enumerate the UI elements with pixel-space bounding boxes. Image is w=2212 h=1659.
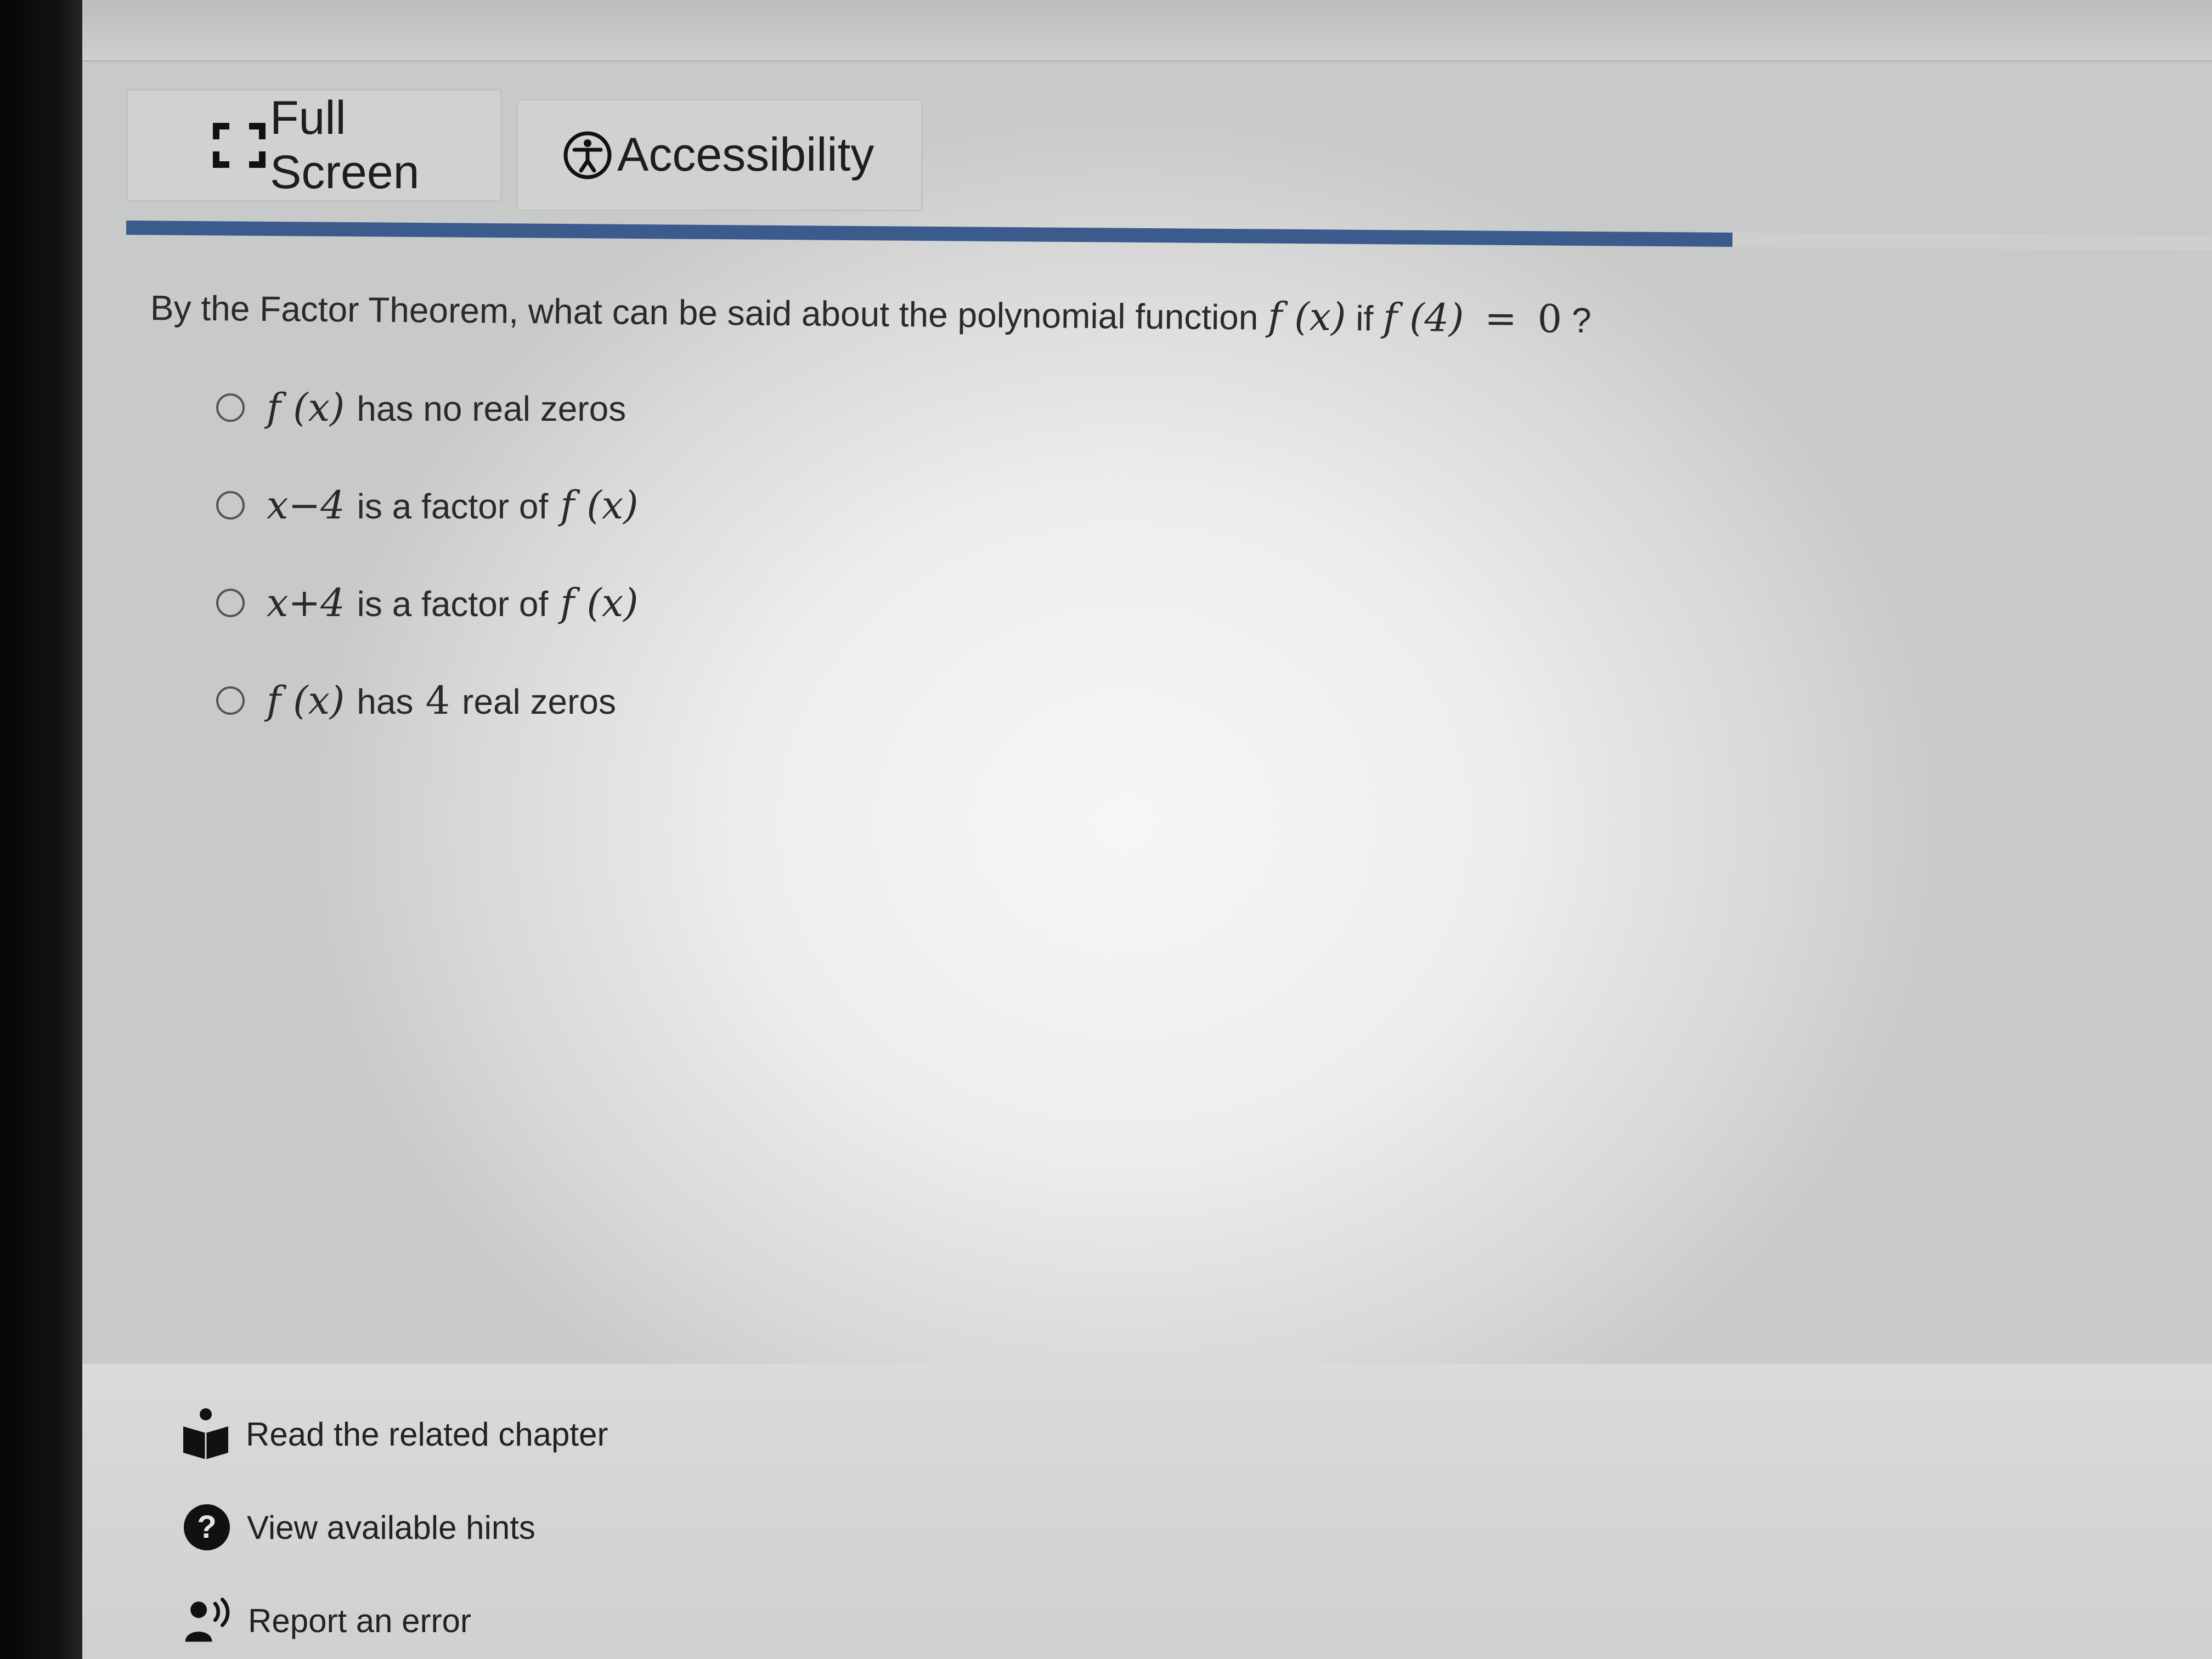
option-label: f (x) has no real zeros xyxy=(267,385,626,430)
option-text-after: real zeros xyxy=(462,682,616,721)
radio-button[interactable] xyxy=(216,686,245,715)
option-text: is a factor of xyxy=(357,584,549,624)
option-label: f (x) has 4 real zeros xyxy=(267,678,616,723)
question-condition-rhs: 0 xyxy=(1537,296,1562,342)
option-math: f (x) xyxy=(267,678,345,723)
question-condition-lhs: f (4) xyxy=(1383,295,1464,341)
answer-options: f (x) has no real zeros x−4 is a factor of… xyxy=(216,377,639,768)
answer-option[interactable]: x+4 is a factor of f (x) xyxy=(216,573,639,633)
accessibility-button[interactable]: Accessibility xyxy=(517,99,923,211)
fullscreen-label: Full Screen xyxy=(270,91,420,199)
question-mark: ? xyxy=(1571,300,1592,340)
radio-button[interactable] xyxy=(216,491,245,520)
read-chapter-link[interactable]: Read the related chapter xyxy=(181,1408,608,1460)
option-math: x−4 xyxy=(267,483,345,528)
question-prefix: By the Factor Theorem, what can be said … xyxy=(150,288,1259,337)
answer-option[interactable]: f (x) has 4 real zeros xyxy=(216,670,639,731)
question-circle-icon: ? xyxy=(182,1501,232,1554)
report-speaker-icon xyxy=(183,1594,233,1647)
option-math-mid: 4 xyxy=(425,678,450,723)
fullscreen-icon xyxy=(213,122,266,168)
option-text: has no real zeros xyxy=(357,389,627,428)
question-text: By the Factor Theorem, what can be said … xyxy=(150,284,1592,342)
answer-option[interactable]: x−4 is a factor of f (x) xyxy=(216,475,639,535)
question-func: f (x) xyxy=(1267,294,1346,340)
accessibility-icon xyxy=(562,130,613,180)
question-panel: By the Factor Theorem, what can be said … xyxy=(150,235,2212,1365)
fullscreen-button[interactable]: Full Screen xyxy=(126,89,502,201)
svg-text:?: ? xyxy=(197,1509,216,1545)
option-text: is a factor of xyxy=(357,487,549,526)
option-label: x−4 is a factor of f (x) xyxy=(267,483,639,528)
view-hints-label: View available hints xyxy=(247,1509,535,1546)
answer-option[interactable]: f (x) has no real zeros xyxy=(216,377,639,438)
option-text: has xyxy=(357,682,414,721)
option-math-after: f (x) xyxy=(560,580,639,625)
option-math-after: f (x) xyxy=(560,483,639,528)
report-error-link[interactable]: Report an error xyxy=(183,1594,471,1647)
screen: Full Screen Accessibility By the Factor … xyxy=(82,0,2212,1659)
option-math: f (x) xyxy=(267,385,345,430)
accessibility-label: Accessibility xyxy=(617,128,874,181)
radio-button[interactable] xyxy=(216,589,245,617)
top-bar xyxy=(82,0,2212,62)
view-hints-link[interactable]: ? View available hints xyxy=(182,1501,535,1554)
device-bezel xyxy=(0,0,88,1659)
read-chapter-label: Read the related chapter xyxy=(246,1415,608,1453)
report-error-label: Report an error xyxy=(248,1602,471,1639)
help-footer: Read the related chapter ? View availabl… xyxy=(82,1364,2212,1659)
question-if: if xyxy=(1355,298,1374,338)
radio-button[interactable] xyxy=(216,393,245,422)
option-math: x+4 xyxy=(267,580,345,625)
book-reader-icon xyxy=(181,1408,230,1460)
question-condition-eq: = xyxy=(1484,296,1517,341)
option-label: x+4 is a factor of f (x) xyxy=(267,580,639,625)
